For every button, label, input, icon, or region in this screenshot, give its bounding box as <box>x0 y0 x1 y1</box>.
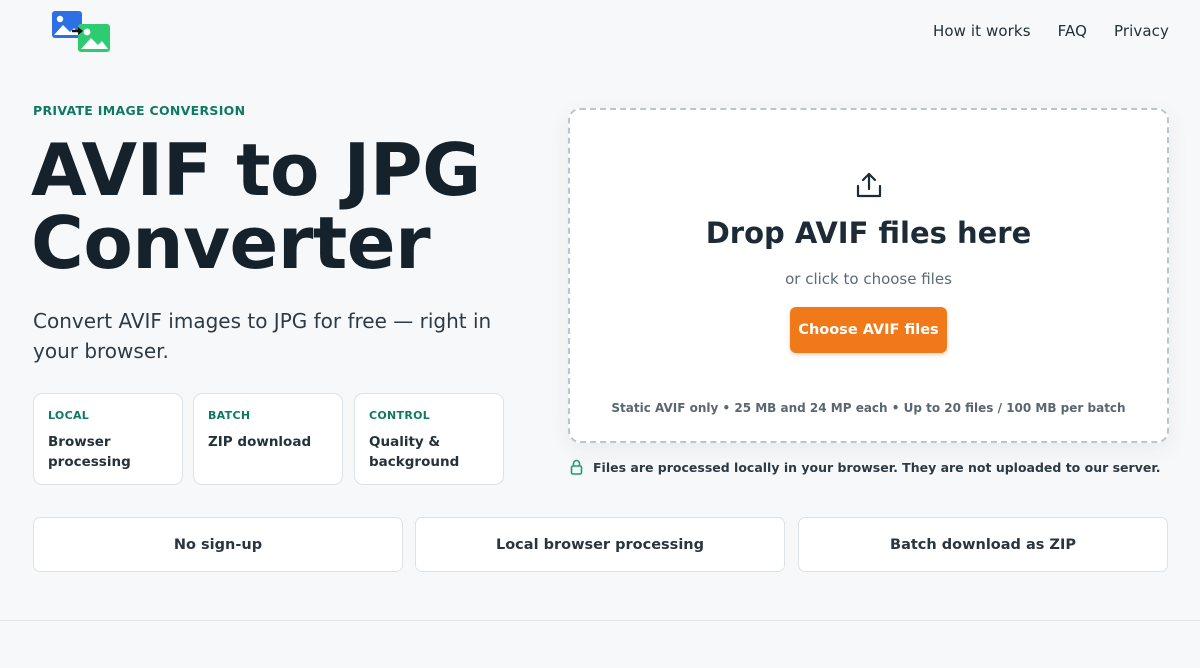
feature-card-batch: BATCH ZIP download <box>193 393 343 485</box>
nav-privacy[interactable]: Privacy <box>1114 21 1169 41</box>
nav-faq[interactable]: FAQ <box>1058 21 1087 41</box>
feature-tag: CONTROL <box>369 409 431 422</box>
feature-text: Quality & background <box>369 434 460 470</box>
feature-tag: BATCH <box>208 409 251 422</box>
dropzone-subtitle: or click to choose files <box>785 270 952 288</box>
dropzone-limits: Static AVIF only • 25 MB and 24 MP each … <box>611 401 1126 415</box>
hero-subtitle: Convert AVIF images to JPG for free — ri… <box>33 309 492 363</box>
upload-icon <box>856 172 882 198</box>
privacy-note: Files are processed locally in your brow… <box>570 459 1160 475</box>
choose-files-button[interactable]: Choose AVIF files <box>790 307 947 353</box>
benefit-batch-zip: Batch download as ZIP <box>798 517 1168 572</box>
lock-icon <box>570 459 583 475</box>
feature-card-control: CONTROL Quality & background <box>354 393 504 485</box>
page-title-line2: Converter <box>31 201 431 285</box>
privacy-note-text: Files are processed locally in your brow… <box>593 459 1161 475</box>
section-divider <box>0 620 1200 621</box>
nav-how-it-works[interactable]: How it works <box>933 21 1031 41</box>
page-title-line1: AVIF to JPG <box>31 128 481 212</box>
feature-text: ZIP download <box>208 434 312 450</box>
benefit-local-processing: Local browser processing <box>415 517 785 572</box>
feature-text: Browser processing <box>48 434 131 470</box>
feature-card-local: LOCAL Browser processing <box>33 393 183 485</box>
feature-tag: LOCAL <box>48 409 90 422</box>
file-dropzone[interactable]: Drop AVIF files here or click to choose … <box>568 108 1169 443</box>
hero-eyebrow: PRIVATE IMAGE CONVERSION <box>33 103 246 118</box>
benefit-no-signup: No sign-up <box>33 517 403 572</box>
dropzone-title: Drop AVIF files here <box>705 216 1032 250</box>
page: How it works FAQ Privacy PRIVATE IMAGE C… <box>0 0 1200 668</box>
page-title: AVIF to JPG Converter <box>31 134 551 280</box>
image-convert-logo-icon[interactable] <box>51 11 111 53</box>
top-nav: How it works FAQ Privacy <box>933 21 1169 41</box>
